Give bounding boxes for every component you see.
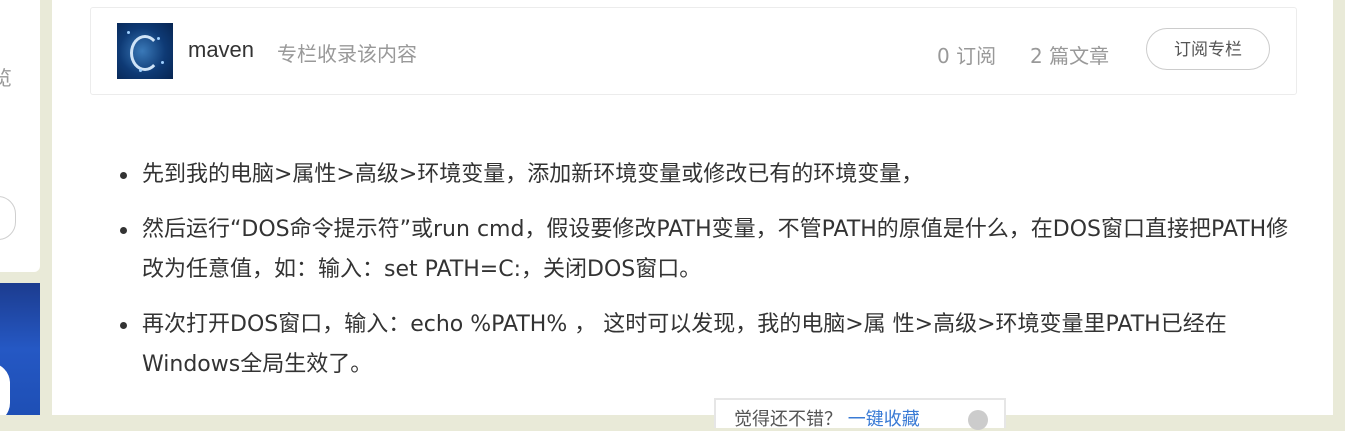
column-subscriber-count: 0 订阅 (937, 44, 997, 68)
column-name[interactable]: maven (188, 37, 254, 63)
subscribe-column-button[interactable]: 订阅专栏 (1146, 28, 1270, 70)
list-item: 然后运行“DOS命令提示符”或run cmd，假设要修改PATH变量，不管PAT… (120, 210, 1294, 290)
column-description: 专栏收录该内容 (277, 42, 417, 66)
sidebar-round-button[interactable] (0, 196, 16, 240)
help-icon[interactable] (968, 410, 988, 430)
avatar-dot (139, 69, 142, 72)
avatar-dot (161, 61, 164, 64)
list-item: 先到我的电脑>属性>高级>环境变量，添加新环境变量或修改已有的环境变量， (120, 155, 1294, 195)
right-page-edge (1333, 0, 1345, 415)
article-content: 先到我的电脑>属性>高级>环境变量，添加新环境变量或修改已有的环境变量， 然后运… (114, 155, 1294, 400)
collect-question: 觉得还不错？ (734, 409, 842, 430)
column-info-card: maven 专栏收录该内容 0 订阅 2 篇文章 订阅专栏 (90, 7, 1297, 95)
list-item: 再次打开DOS窗口，输入：echo %PATH% ， 这时可以发现，我的电脑>属… (120, 305, 1294, 385)
avatar-logo-icon (130, 35, 160, 71)
sidebar-partial-text: 览 (0, 66, 12, 90)
collect-link[interactable]: 一键收藏 (848, 409, 920, 430)
left-sidebar-banner[interactable] (0, 283, 40, 415)
collect-prompt: 觉得还不错？ 一键收藏 (734, 405, 920, 431)
avatar-dot (127, 31, 130, 34)
instruction-list: 先到我的电脑>属性>高级>环境变量，添加新环境变量或修改已有的环境变量， 然后运… (114, 155, 1294, 385)
left-sidebar-card: 览 (0, 0, 40, 272)
column-article-count: 2 篇文章 (1030, 44, 1110, 68)
column-avatar[interactable] (117, 23, 173, 79)
avatar-dot (157, 37, 160, 40)
collect-prompt-box: 觉得还不错？ 一键收藏 (714, 398, 1006, 431)
article-container: maven 专栏收录该内容 0 订阅 2 篇文章 订阅专栏 先到我的电脑>属性>… (52, 0, 1333, 430)
